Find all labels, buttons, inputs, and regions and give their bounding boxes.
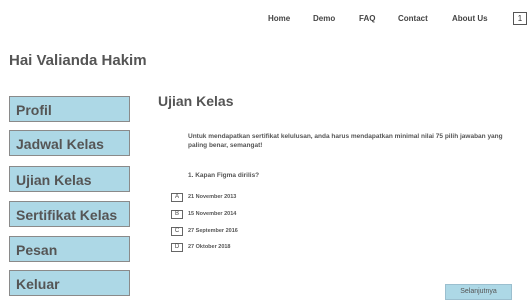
option-letter: A: [171, 193, 183, 202]
user-greeting: Hai Valianda Hakim: [9, 52, 147, 69]
option-label: 27 Oktober 2018: [188, 244, 231, 250]
option-label: 21 November 2013: [188, 194, 237, 200]
sidebar-item-profil[interactable]: Profil: [9, 96, 130, 122]
question-text: 1. Kapan Figma dirilis?: [188, 172, 260, 179]
nav-home-link[interactable]: Home: [268, 14, 290, 23]
option-label: 27 September 2016: [188, 228, 238, 234]
nav-demo-link[interactable]: Demo: [313, 14, 335, 23]
nav-faq-link[interactable]: FAQ: [359, 14, 375, 23]
nav-about-link[interactable]: About Us: [452, 14, 488, 23]
top-navigation: Home Demo FAQ Contact About Us 1: [0, 10, 527, 30]
sidebar-item-ujian-kelas[interactable]: Ujian Kelas: [9, 166, 130, 192]
exam-instruction: Untuk mendapatkan sertifikat kelulusan, …: [188, 133, 503, 149]
option-label: 15 November 2014: [188, 211, 237, 217]
sidebar-item-jadwal-kelas[interactable]: Jadwal Kelas: [9, 130, 130, 156]
notification-badge[interactable]: 1: [513, 12, 527, 25]
page-title: Ujian Kelas: [158, 93, 234, 109]
sidebar-item-keluar[interactable]: Keluar: [9, 270, 130, 296]
option-letter: C: [171, 227, 183, 236]
option-letter: B: [171, 210, 183, 219]
nav-contact-link[interactable]: Contact: [398, 14, 428, 23]
next-button[interactable]: Selanjutnya: [445, 284, 512, 300]
option-letter: D: [171, 243, 183, 252]
sidebar-item-pesan[interactable]: Pesan: [9, 236, 130, 262]
sidebar-item-sertifikat-kelas[interactable]: Sertifikat Kelas: [9, 201, 130, 227]
